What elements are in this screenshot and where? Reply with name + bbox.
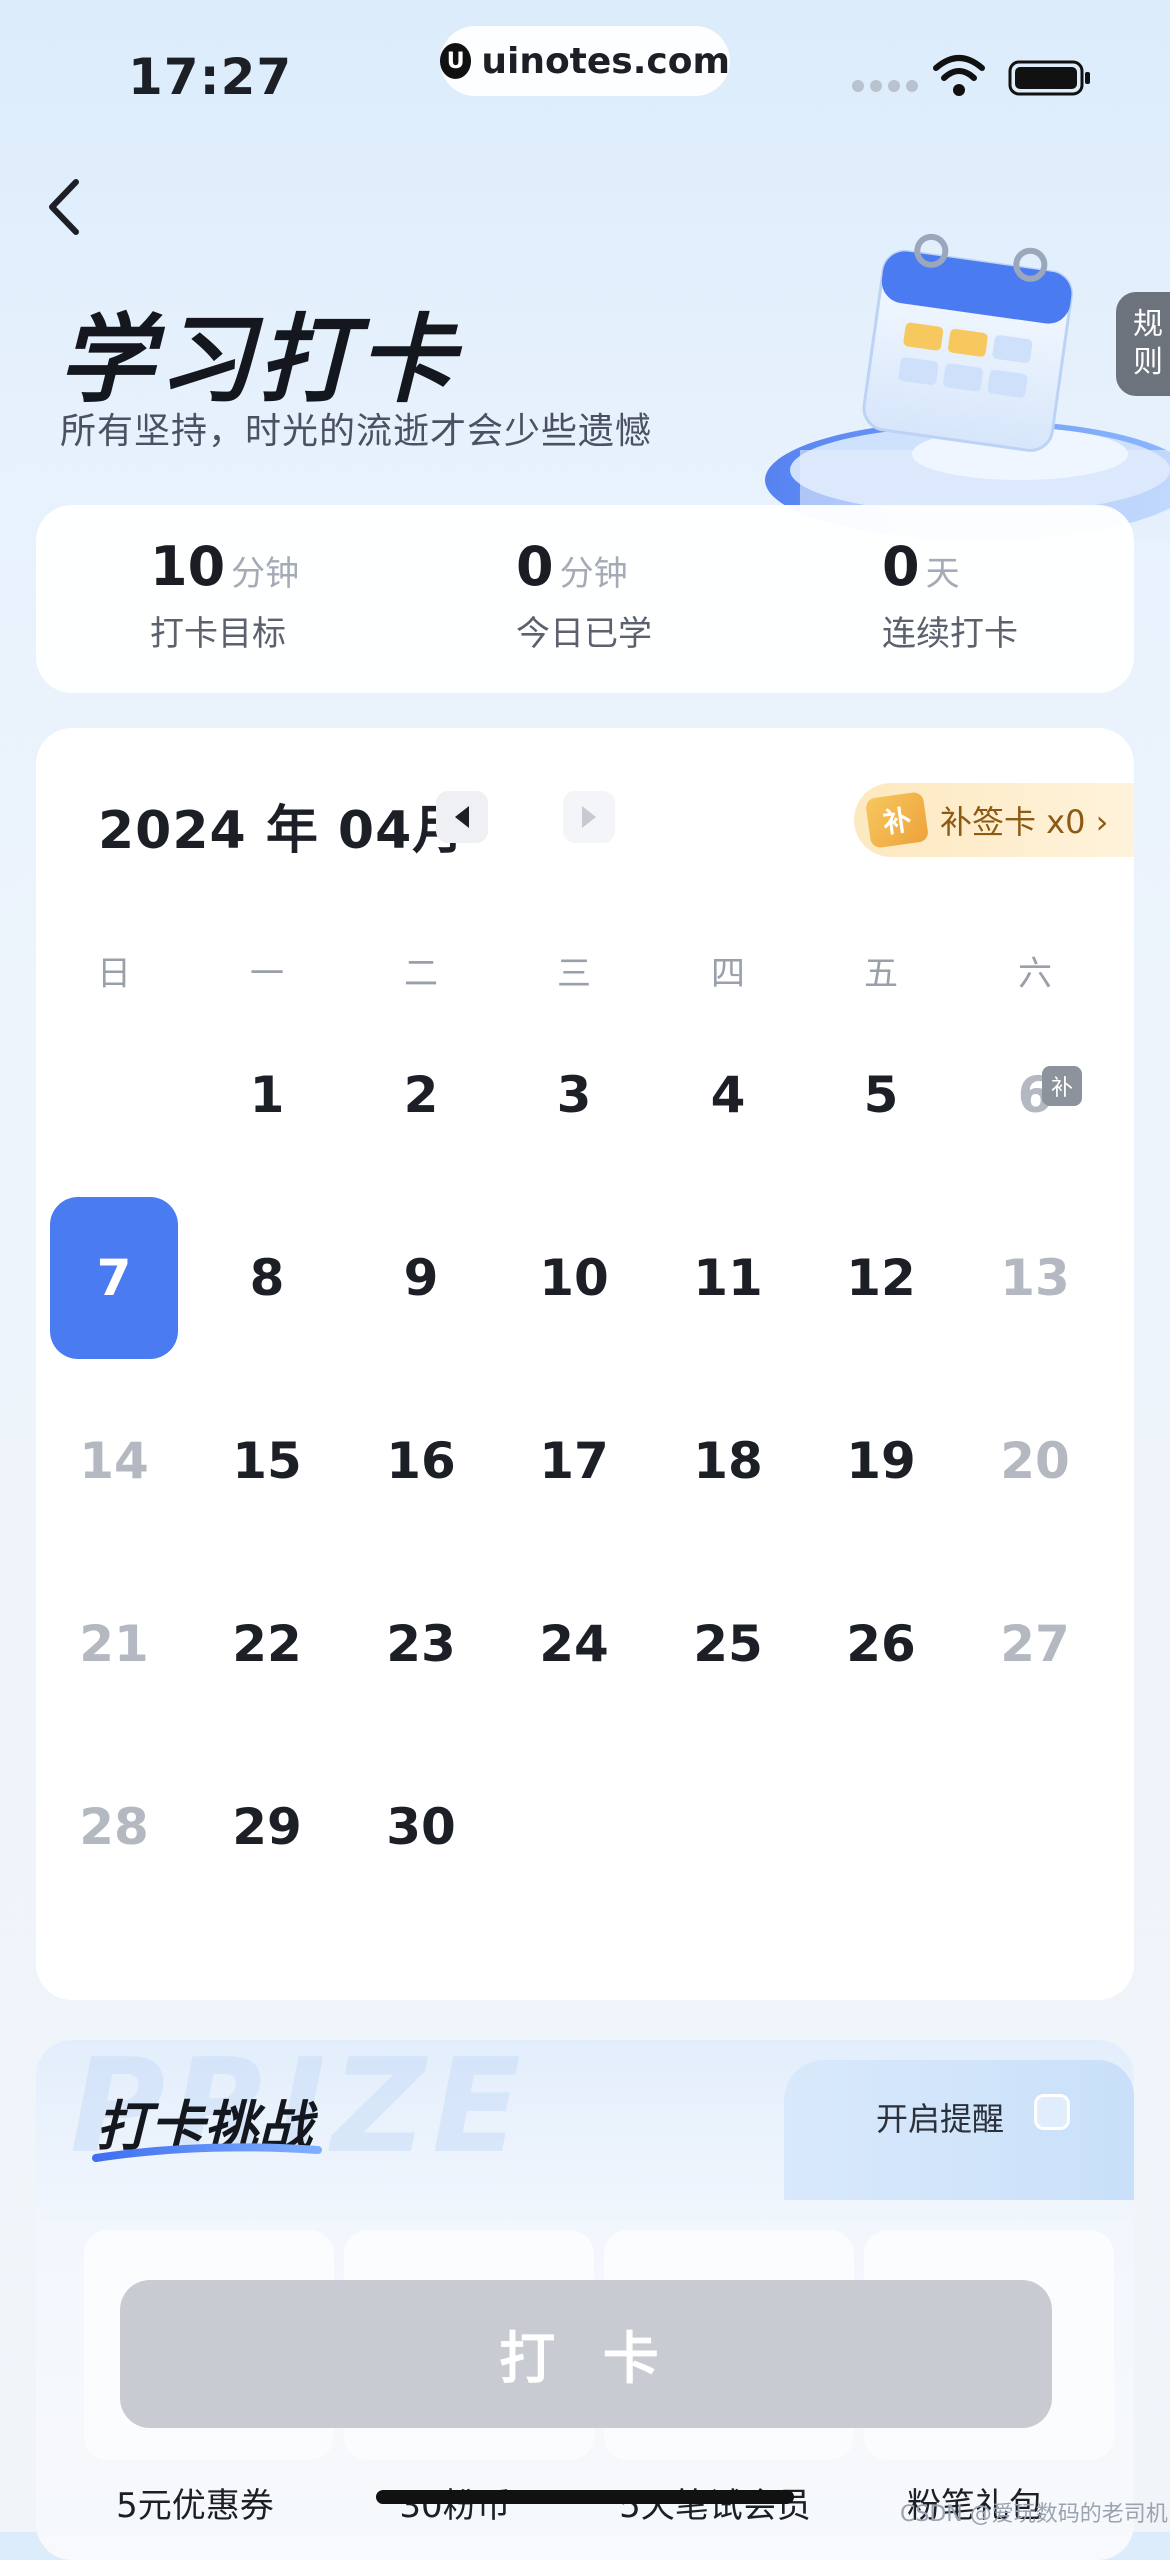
calendar-day[interactable]: 29 bbox=[203, 1746, 331, 1908]
page-subtitle: 所有坚持，时光的流逝才会少些遗憾 bbox=[60, 411, 653, 452]
calendar-day[interactable]: 15 bbox=[203, 1380, 331, 1542]
stat-today: 0 分钟 今日已学 bbox=[516, 535, 652, 655]
stat-today-label: 今日已学 bbox=[516, 614, 652, 654]
calendar-day[interactable]: 14 bbox=[50, 1380, 178, 1542]
prize-label: 5元优惠券 bbox=[116, 2486, 274, 2526]
weekday-label: 五 bbox=[864, 954, 898, 994]
makeup-card-label: 补签卡 x0 › bbox=[940, 803, 1109, 841]
calendar-day[interactable]: 26 bbox=[817, 1563, 945, 1725]
stat-goal-value: 10 bbox=[150, 535, 226, 598]
url-text: uinotes.com bbox=[481, 40, 730, 82]
calendar-day-today[interactable]: 7 bbox=[50, 1197, 178, 1359]
calendar-day[interactable]: 19 bbox=[817, 1380, 945, 1542]
calendar-day[interactable]: 11 bbox=[664, 1197, 792, 1359]
source-watermark: CSDN @爱玩数码的老司机 bbox=[900, 2502, 1168, 2527]
calendar-day[interactable]: 27 bbox=[971, 1563, 1099, 1725]
battery-icon bbox=[1008, 60, 1090, 96]
weekday-label: 日 bbox=[97, 954, 131, 994]
calendar-day[interactable]: 23 bbox=[357, 1563, 485, 1725]
calendar-day[interactable]: 24 bbox=[510, 1563, 638, 1725]
calendar-card: 2024 年 04月 补 补签卡 x0 › 日一二三四五六 1234567891… bbox=[36, 728, 1134, 2000]
caret-right-icon bbox=[582, 806, 596, 828]
title-underline-icon bbox=[92, 2143, 322, 2162]
calendar-day[interactable]: 4 bbox=[664, 1014, 792, 1176]
stats-card: 10 分钟 打卡目标 0 分钟 今日已学 0天 连续打卡 bbox=[36, 505, 1134, 693]
calendar-day[interactable]: 2 bbox=[357, 1014, 485, 1176]
calendar-day[interactable]: 20 bbox=[971, 1380, 1099, 1542]
rules-tab-label: 规 则 bbox=[1133, 307, 1163, 380]
calendar-day[interactable]: 18 bbox=[664, 1380, 792, 1542]
weekday-label: 二 bbox=[404, 954, 438, 994]
calendar-day[interactable]: 30 bbox=[357, 1746, 485, 1908]
calendar-day[interactable]: 3 bbox=[510, 1014, 638, 1176]
calendar-day[interactable]: 25 bbox=[664, 1563, 792, 1725]
wifi-icon bbox=[933, 55, 985, 96]
stat-streak-label: 连续打卡 bbox=[882, 614, 1018, 654]
stat-today-unit: 分钟 bbox=[559, 554, 628, 594]
weekday-label: 六 bbox=[1018, 954, 1052, 994]
makeup-tag-icon: 补 bbox=[1042, 1066, 1082, 1106]
makeup-card-button[interactable]: 补 补签卡 x0 › bbox=[854, 783, 1134, 857]
page-title: 学习打卡 bbox=[58, 304, 458, 416]
weekday-label: 四 bbox=[711, 954, 745, 994]
stat-streak: 0天 连续打卡 bbox=[882, 535, 1018, 655]
site-logo-icon: U bbox=[440, 43, 472, 79]
next-month-button[interactable] bbox=[563, 791, 615, 843]
rules-tab[interactable]: 规 则 bbox=[1116, 292, 1170, 396]
calendar-day[interactable]: 12 bbox=[817, 1197, 945, 1359]
caret-left-icon bbox=[455, 806, 469, 828]
weekday-label: 一 bbox=[250, 954, 284, 994]
reminder-checkbox[interactable] bbox=[1034, 2094, 1070, 2130]
calendar-day[interactable]: 8 bbox=[203, 1197, 331, 1359]
status-time: 17:27 bbox=[128, 48, 293, 106]
url-pill[interactable]: U uinotes.com bbox=[440, 26, 730, 96]
stat-streak-value: 0 bbox=[882, 535, 920, 598]
cellular-signal-icon bbox=[852, 80, 918, 92]
back-icon[interactable] bbox=[40, 172, 90, 242]
stat-goal-unit: 分钟 bbox=[231, 554, 300, 594]
reminder-label: 开启提醒 bbox=[876, 2100, 1005, 2138]
calendar-day[interactable]: 10 bbox=[510, 1197, 638, 1359]
stat-streak-unit: 天 bbox=[925, 554, 960, 594]
calendar-day[interactable]: 9 bbox=[357, 1197, 485, 1359]
prev-month-button[interactable] bbox=[436, 791, 488, 843]
calendar-day[interactable]: 16 bbox=[357, 1380, 485, 1542]
calendar-day[interactable]: 1 bbox=[203, 1014, 331, 1176]
stat-goal: 10 分钟 打卡目标 bbox=[150, 535, 299, 655]
checkin-button[interactable]: 打 卡 bbox=[120, 2280, 1052, 2428]
home-indicator[interactable] bbox=[376, 2490, 794, 2504]
weekday-label: 三 bbox=[557, 954, 591, 994]
calendar-day[interactable]: 5 bbox=[817, 1014, 945, 1176]
calendar-day[interactable]: 21 bbox=[50, 1563, 178, 1725]
calendar-illustration-icon bbox=[765, 233, 1170, 540]
month-title: 2024 年 04月 bbox=[98, 801, 466, 861]
calendar-day[interactable]: 28 bbox=[50, 1746, 178, 1908]
calendar-day[interactable]: 22 bbox=[203, 1563, 331, 1725]
stat-goal-label: 打卡目标 bbox=[150, 614, 286, 654]
calendar-day[interactable]: 17 bbox=[510, 1380, 638, 1542]
calendar-day[interactable]: 13 bbox=[971, 1197, 1099, 1359]
makeup-card-icon: 补 bbox=[864, 791, 930, 849]
stat-today-value: 0 bbox=[516, 535, 554, 598]
